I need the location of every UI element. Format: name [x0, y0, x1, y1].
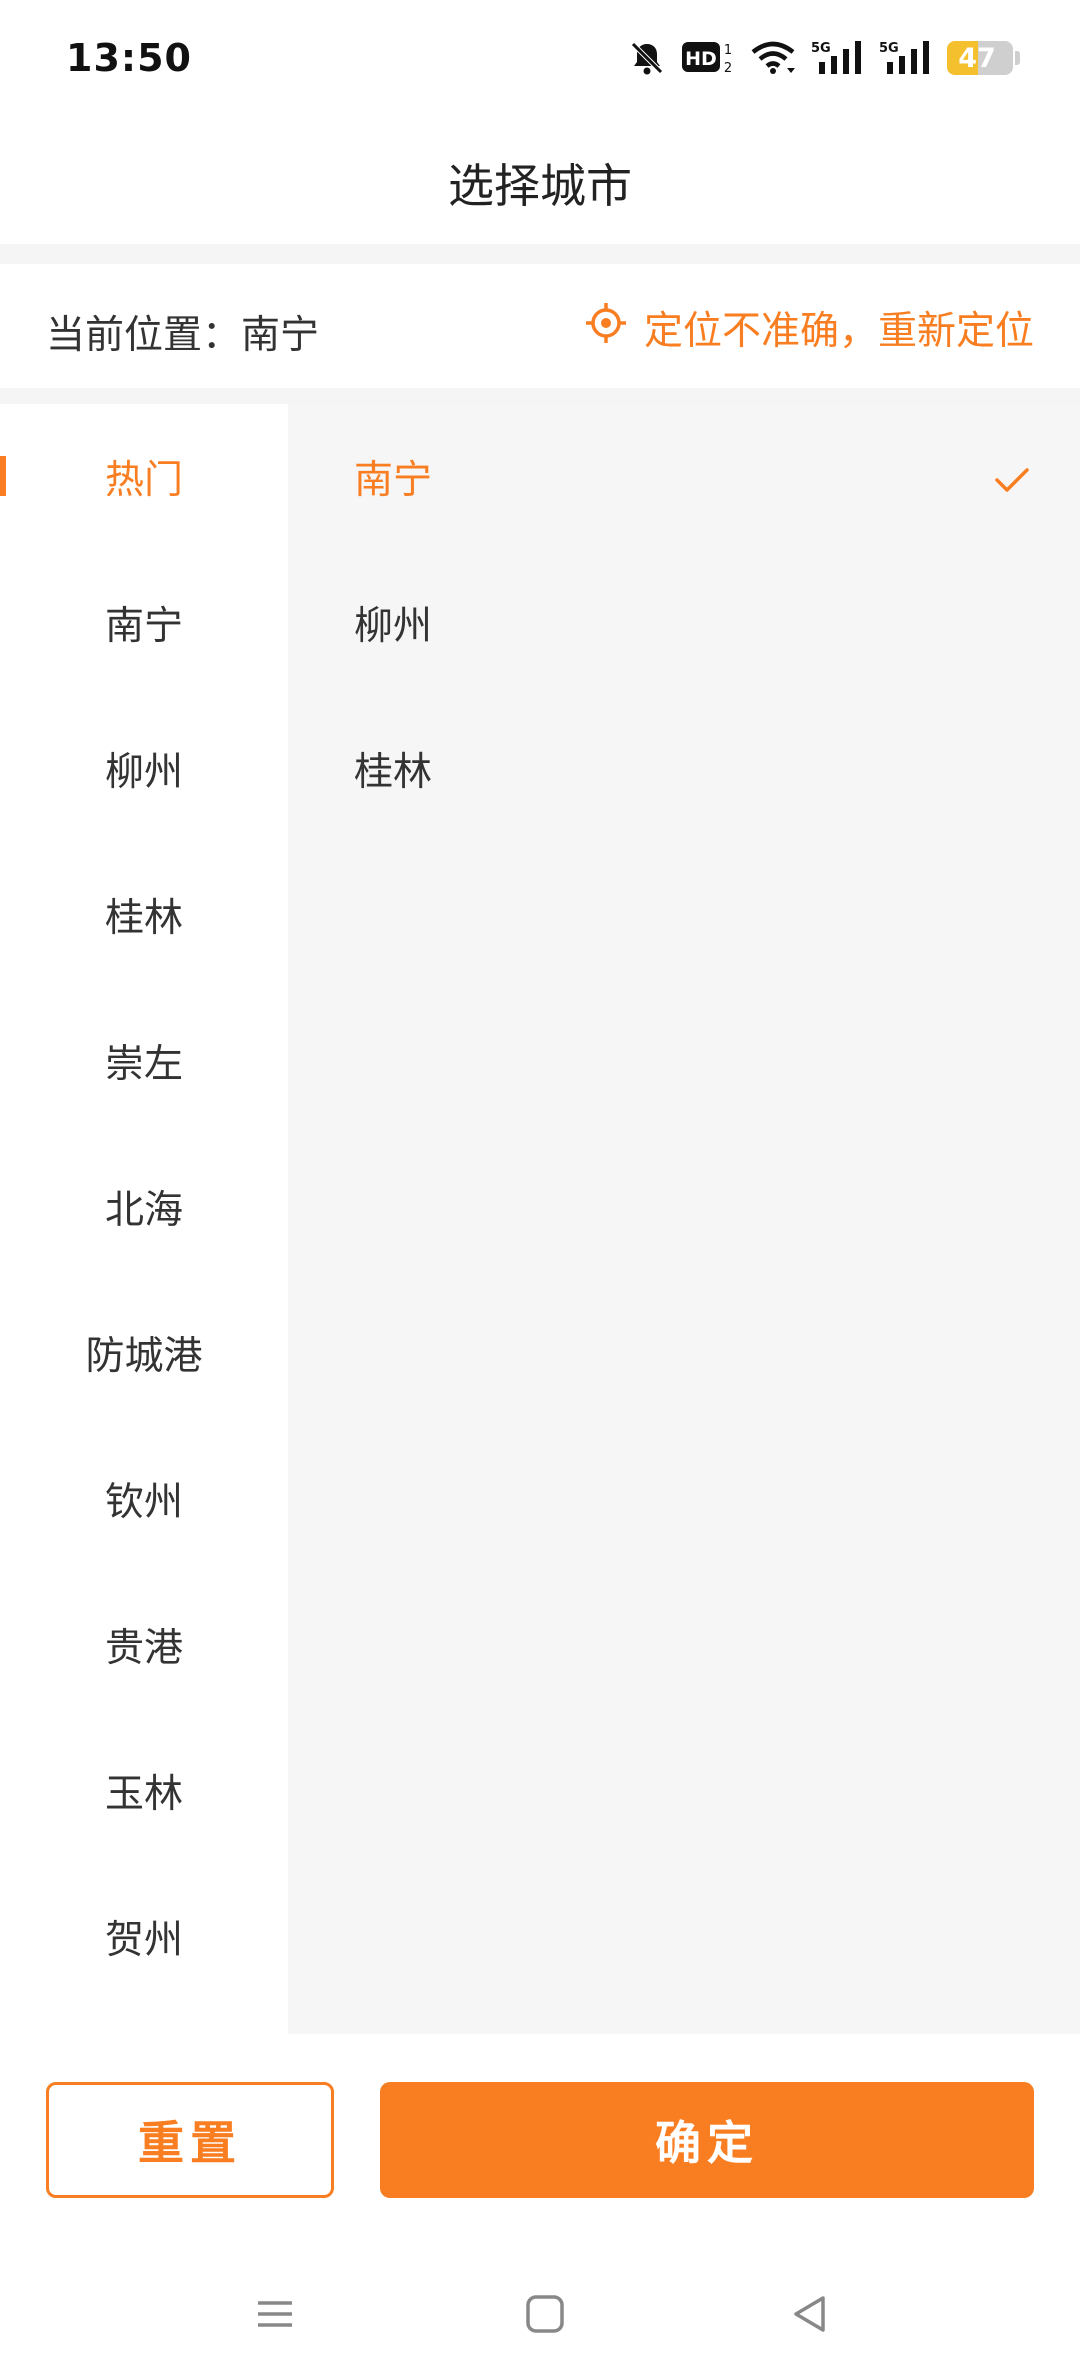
battery-tip — [1015, 51, 1020, 65]
province-item[interactable]: 桂林 — [0, 842, 288, 988]
status-bar: 13:50 HD 1 2 5G 5G 47 — [0, 0, 1080, 120]
city-label: 南宁 — [354, 458, 433, 503]
location-bar: 当前位置：南宁 定位不准确，重新定位 — [0, 264, 1080, 388]
check-icon — [994, 460, 1030, 505]
city-item[interactable]: 柳州 — [288, 550, 1080, 696]
svg-text:2: 2 — [724, 61, 732, 76]
confirm-button[interactable]: 确定 — [380, 2082, 1034, 2198]
province-item[interactable]: 贺州 — [0, 1864, 288, 2010]
status-time: 13:50 — [66, 36, 192, 80]
svg-text:HD: HD — [685, 48, 717, 70]
battery-level: 47 — [958, 42, 996, 74]
battery-icon: 47 — [947, 41, 1013, 75]
footer: 重置 确定 — [0, 2034, 1080, 2254]
reset-button[interactable]: 重置 — [46, 2082, 334, 2198]
section-divider — [0, 388, 1080, 404]
province-item[interactable]: 南宁 — [0, 550, 288, 696]
province-item[interactable]: 北海 — [0, 1134, 288, 1280]
svg-text:5G: 5G — [879, 41, 899, 56]
province-item[interactable]: 崇左 — [0, 988, 288, 1134]
province-item[interactable]: 热门 — [0, 404, 288, 550]
province-item[interactable]: 贵港 — [0, 1572, 288, 1718]
back-icon[interactable] — [780, 2284, 840, 2344]
city-label: 桂林 — [354, 750, 433, 795]
header-divider — [0, 244, 1080, 264]
city-item[interactable]: 桂林 — [288, 696, 1080, 842]
signal-5g-icon: 5G — [811, 38, 865, 78]
locate-icon — [584, 301, 628, 355]
city-item[interactable]: 南宁 — [288, 404, 1080, 550]
relocate-label: 定位不准确，重新定位 — [643, 309, 1034, 354]
signal-5g-icon: 5G — [879, 38, 933, 78]
province-item[interactable]: 玉林 — [0, 1718, 288, 1864]
province-item[interactable]: 钦州 — [0, 1426, 288, 1572]
hd-icon: HD 1 2 — [681, 38, 735, 78]
page-title: 选择城市 — [448, 159, 632, 213]
wifi-icon — [749, 38, 797, 78]
svg-text:5G: 5G — [811, 41, 831, 56]
svg-text:1: 1 — [724, 43, 732, 58]
bell-off-icon — [627, 38, 667, 78]
current-location-label: 当前位置：南宁 — [46, 313, 320, 358]
navigation-bar — [0, 2254, 1080, 2376]
relocate-button[interactable]: 定位不准确，重新定位 — [584, 300, 1034, 356]
menu-icon[interactable] — [245, 2284, 305, 2344]
province-list: 热门 南宁 柳州 桂林 崇左 北海 防城港 钦州 贵港 玉林 贺州 — [0, 404, 288, 2034]
city-label: 柳州 — [354, 604, 433, 649]
status-icons: HD 1 2 5G 5G 47 — [627, 36, 1020, 80]
city-list: 南宁 柳州 桂林 — [288, 404, 1080, 2034]
province-item[interactable]: 柳州 — [0, 696, 288, 842]
province-item[interactable]: 防城港 — [0, 1280, 288, 1426]
home-icon[interactable] — [515, 2284, 575, 2344]
